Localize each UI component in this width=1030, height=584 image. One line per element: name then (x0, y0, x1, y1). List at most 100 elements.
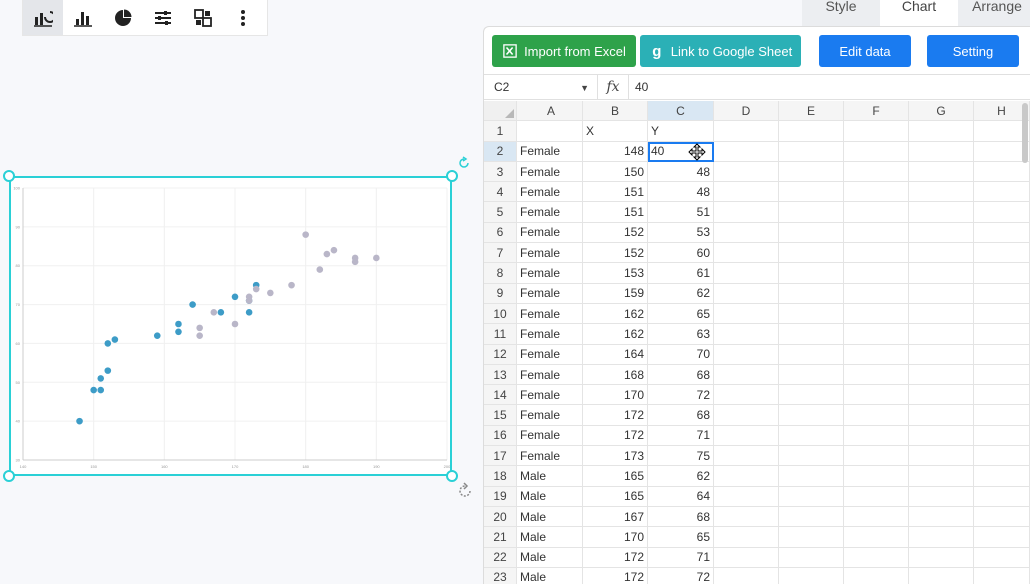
cell-f[interactable] (844, 466, 909, 487)
cell-f[interactable] (844, 121, 909, 142)
cell-g[interactable] (909, 161, 974, 183)
cell-b[interactable]: 151 (583, 202, 648, 223)
cell-g[interactable] (909, 202, 974, 223)
cell-b[interactable]: 151 (583, 182, 648, 203)
cell-e[interactable] (779, 222, 844, 244)
cell-g[interactable] (909, 364, 974, 386)
row-number[interactable]: 1 (484, 121, 517, 142)
cell-d[interactable] (714, 344, 779, 365)
cell-g[interactable] (909, 486, 974, 507)
cell-f[interactable] (844, 243, 909, 264)
cell-g[interactable] (909, 405, 974, 426)
cell-h[interactable] (974, 303, 1030, 325)
cell-f[interactable] (844, 425, 909, 447)
cell-g[interactable] (909, 324, 974, 345)
cell-h[interactable] (974, 283, 1030, 304)
cell-b[interactable]: 165 (583, 486, 648, 507)
cell-c[interactable]: 63 (648, 324, 714, 345)
cell-d[interactable] (714, 121, 779, 142)
cell-h[interactable] (974, 547, 1030, 568)
cell-b[interactable]: 162 (583, 324, 648, 345)
cell-a[interactable]: Female (517, 446, 583, 467)
cell-c[interactable]: 75 (648, 446, 714, 467)
cell-c[interactable]: 48 (648, 161, 714, 183)
cell-d[interactable] (714, 202, 779, 223)
cell-d[interactable] (714, 141, 779, 162)
pie-chart-button[interactable] (103, 0, 143, 35)
cell-d[interactable] (714, 486, 779, 507)
cell-e[interactable] (779, 527, 844, 548)
cell-b[interactable]: 172 (583, 547, 648, 568)
cell-d[interactable] (714, 283, 779, 304)
cell-e[interactable] (779, 364, 844, 386)
column-header-e[interactable]: E (779, 101, 844, 122)
cell-reference-select[interactable]: C2 ▼ (484, 75, 598, 99)
cell-c[interactable]: 61 (648, 263, 714, 284)
row-number[interactable]: 23 (484, 567, 517, 584)
cell-b[interactable]: 168 (583, 364, 648, 386)
cell-e[interactable] (779, 506, 844, 528)
cell-d[interactable] (714, 263, 779, 284)
row-number[interactable]: 6 (484, 222, 517, 244)
cell-g[interactable] (909, 222, 974, 244)
cell-f[interactable] (844, 446, 909, 467)
cell-h[interactable] (974, 446, 1030, 467)
cell-c[interactable]: 72 (648, 385, 714, 406)
import-excel-button[interactable]: Import from Excel (492, 35, 636, 67)
cell-a[interactable]: Female (517, 364, 583, 386)
bar-chart-button[interactable] (63, 0, 103, 35)
cell-e[interactable] (779, 425, 844, 447)
cell-h[interactable] (974, 527, 1030, 548)
cell-e[interactable] (779, 283, 844, 304)
cell-d[interactable] (714, 182, 779, 203)
cell-b[interactable]: 170 (583, 385, 648, 406)
formula-input[interactable]: 40 (628, 75, 648, 99)
refresh-icon[interactable] (455, 481, 475, 501)
cell-g[interactable] (909, 141, 974, 162)
cell-d[interactable] (714, 405, 779, 426)
cell-b[interactable]: 172 (583, 567, 648, 584)
column-header-f[interactable]: F (844, 101, 909, 122)
cell-c[interactable]: 62 (648, 466, 714, 487)
row-number[interactable]: 10 (484, 303, 517, 325)
cell-a[interactable]: Female (517, 202, 583, 223)
cell-b[interactable]: 148 (583, 141, 648, 162)
cell-f[interactable] (844, 547, 909, 568)
cell-h[interactable] (974, 385, 1030, 406)
cell-f[interactable] (844, 567, 909, 584)
cell-e[interactable] (779, 446, 844, 467)
row-number[interactable]: 15 (484, 405, 517, 426)
cell-g[interactable] (909, 263, 974, 284)
cell-b[interactable]: 153 (583, 263, 648, 284)
row-number[interactable]: 9 (484, 283, 517, 304)
tab-chart[interactable]: Chart (880, 0, 958, 26)
row-number[interactable]: 3 (484, 161, 517, 183)
cell-a[interactable]: Male (517, 486, 583, 507)
row-number[interactable]: 12 (484, 344, 517, 365)
cell-f[interactable] (844, 344, 909, 365)
cell-b[interactable]: 167 (583, 506, 648, 528)
cell-c[interactable]: 65 (648, 527, 714, 548)
cell-d[interactable] (714, 425, 779, 447)
more-options-button[interactable] (223, 0, 263, 35)
cell-a[interactable]: Female (517, 141, 583, 162)
cell-f[interactable] (844, 283, 909, 304)
row-number[interactable]: 8 (484, 263, 517, 284)
cell-a[interactable]: Female (517, 344, 583, 365)
cell-a[interactable]: Male (517, 506, 583, 528)
cell-g[interactable] (909, 466, 974, 487)
cell-e[interactable] (779, 161, 844, 183)
active-cell[interactable]: 40 (648, 141, 714, 162)
row-number[interactable]: 22 (484, 547, 517, 568)
cell-f[interactable] (844, 506, 909, 528)
cell-c[interactable]: 68 (648, 506, 714, 528)
cell-h[interactable] (974, 486, 1030, 507)
cell-f[interactable] (844, 263, 909, 284)
cell-f[interactable] (844, 141, 909, 162)
cell-e[interactable] (779, 567, 844, 584)
cell-g[interactable] (909, 344, 974, 365)
column-header-b[interactable]: B (583, 101, 648, 122)
cell-c[interactable]: 60 (648, 243, 714, 264)
cell-h[interactable] (974, 222, 1030, 244)
select-all-corner[interactable] (484, 101, 517, 122)
